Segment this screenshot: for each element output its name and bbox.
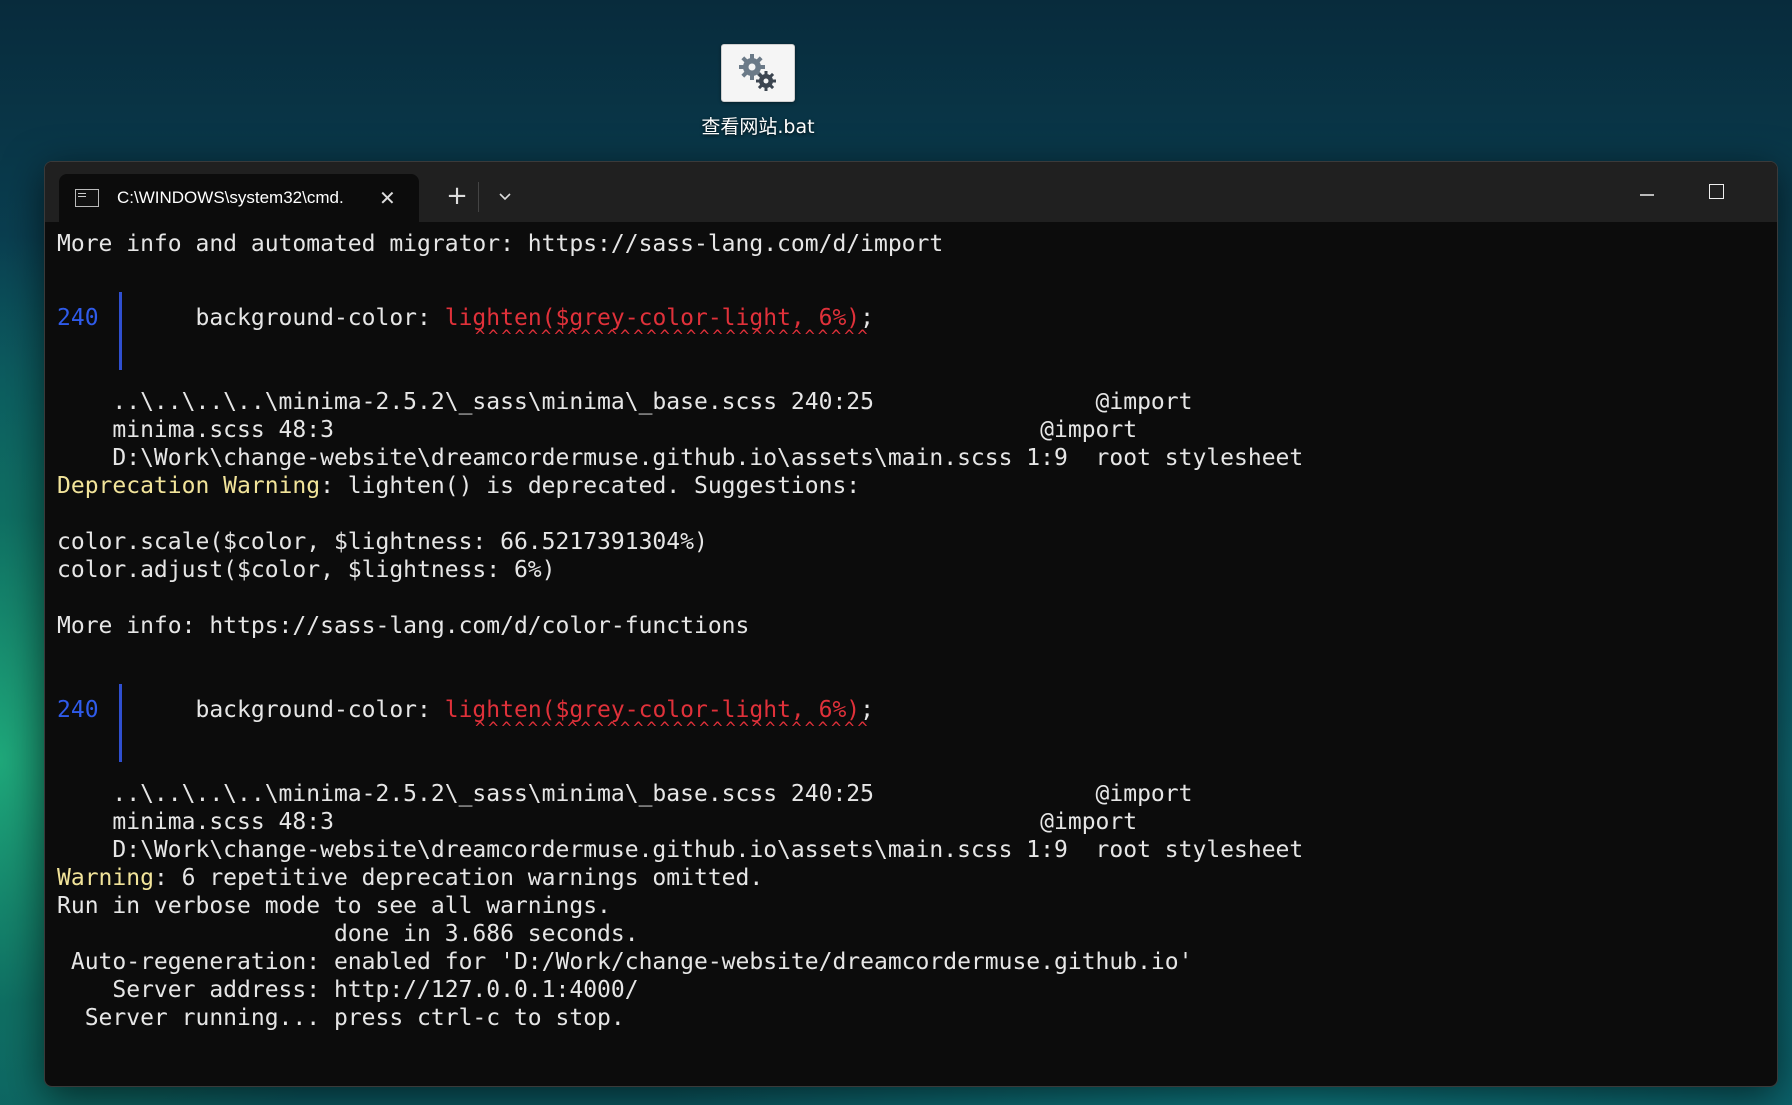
desktop-icon-label: 查看网站.bat	[701, 116, 815, 138]
close-button[interactable]: ✕	[1755, 170, 1778, 210]
maximize-button[interactable]	[1686, 170, 1746, 210]
tab-cmd[interactable]: C:\WINDOWS\system32\cmd. ✕	[59, 174, 419, 222]
tab-title: C:\WINDOWS\system32\cmd.	[117, 188, 344, 207]
server-running-line: Server running... press ctrl-c to stop.	[57, 1005, 625, 1031]
output-line: Run in verbose mode to see all warnings.	[57, 893, 611, 919]
trace-line: minima.scss 48:3 @import	[57, 809, 1138, 835]
warning-label: Warning	[57, 865, 154, 891]
gear-icon	[721, 44, 795, 102]
output-line: Auto-regeneration: enabled for 'D:/Work/…	[57, 949, 1193, 975]
line-number: 240	[57, 305, 99, 331]
deprecation-warning-line: Deprecation Warning: lighten() is deprec…	[57, 473, 861, 499]
divider	[478, 182, 479, 212]
minimize-icon	[1640, 194, 1654, 196]
suggestion-line: color.scale($color, $lightness: 66.52173…	[57, 529, 708, 555]
terminal-window: C:\WINDOWS\system32\cmd. ✕ + ✕ More info…	[44, 161, 1778, 1087]
suggestion-line: color.adjust($color, $lightness: 6%)	[57, 557, 556, 583]
terminal-output[interactable]: More info and automated migrator: https:…	[57, 222, 1757, 1082]
minimize-button[interactable]	[1617, 170, 1677, 210]
error-carets: ^^^^^^^^^^^^^^^^^^^^^^^^^^^^^^	[475, 327, 871, 347]
new-tab-button[interactable]: +	[439, 178, 475, 214]
output-line: done in 3.686 seconds.	[57, 921, 639, 947]
cmd-icon	[75, 189, 99, 207]
line-number: 240	[57, 697, 99, 723]
trace-line: ..\..\..\..\minima-2.5.2\_sass\minima\_b…	[57, 781, 1193, 807]
output-line: More info and automated migrator: https:…	[57, 231, 944, 257]
trace-line: D:\Work\change-website\dreamcordermuse.g…	[57, 445, 1304, 471]
error-carets: ^^^^^^^^^^^^^^^^^^^^^^^^^^^^^^	[475, 719, 871, 739]
close-icon: ✕	[1777, 178, 1778, 202]
chevron-down-icon	[499, 193, 511, 201]
server-address-line: Server address: http://127.0.0.1:4000/	[57, 977, 639, 1003]
trace-line: minima.scss 48:3 @import	[57, 417, 1138, 443]
title-bar[interactable]: C:\WINDOWS\system32\cmd. ✕ + ✕	[45, 162, 1777, 222]
deprecation-label: Deprecation Warning	[57, 473, 321, 499]
desktop-icon-bat[interactable]: 查看网站.bat	[700, 44, 816, 139]
trace-line: D:\Work\change-website\dreamcordermuse.g…	[57, 837, 1304, 863]
trace-line: ..\..\..\..\minima-2.5.2\_sass\minima\_b…	[57, 389, 1193, 415]
maximize-icon	[1708, 184, 1724, 199]
tab-dropdown-button[interactable]	[487, 178, 523, 214]
output-line: More info: https://sass-lang.com/d/color…	[57, 613, 750, 639]
warning-line: Warning: 6 repetitive deprecation warnin…	[57, 865, 764, 891]
tab-close-icon[interactable]: ✕	[379, 186, 396, 210]
scrollbar[interactable]	[1777, 1002, 1778, 1087]
